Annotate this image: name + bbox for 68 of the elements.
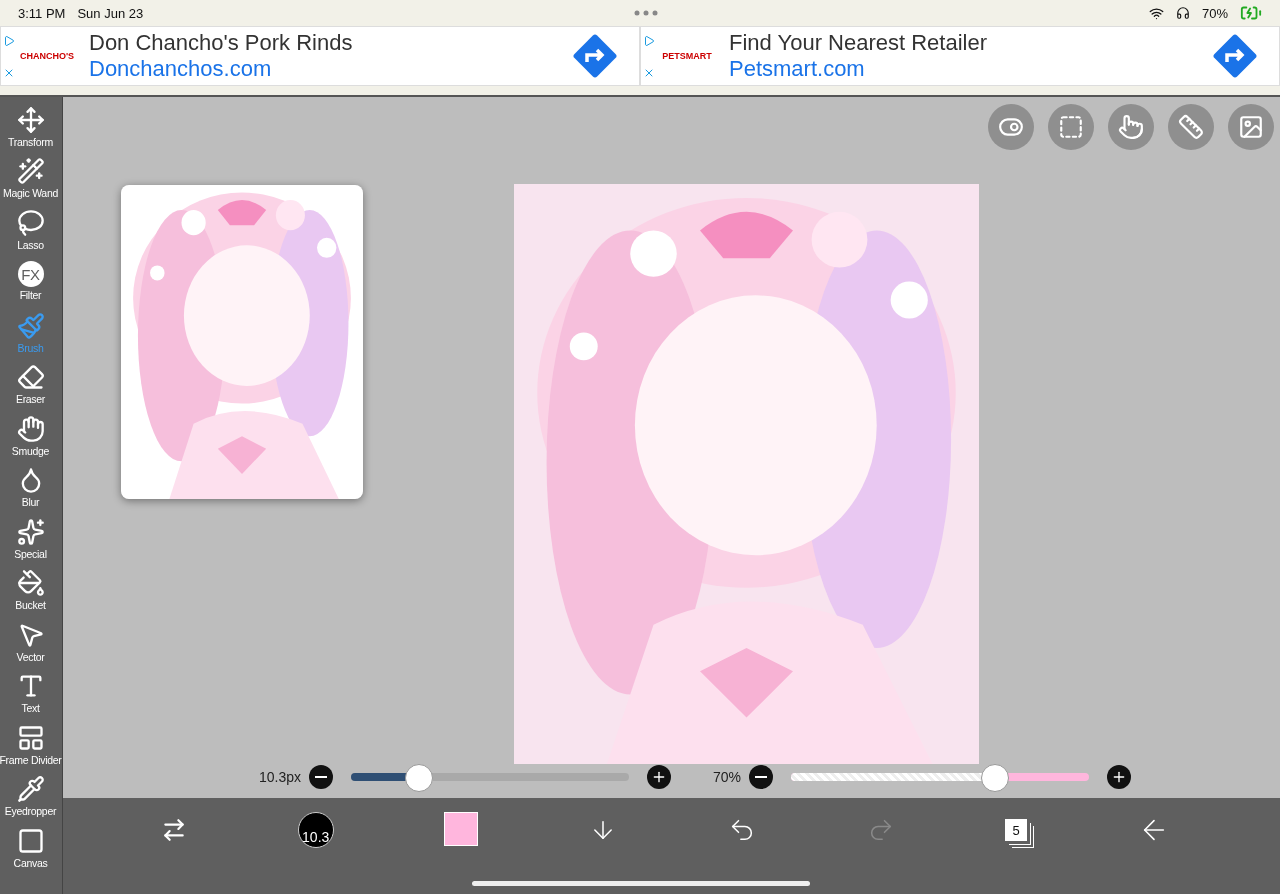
decrease-button[interactable]: [749, 765, 773, 789]
tool-button[interactable]: Transform: [0, 101, 61, 153]
minus-icon: [755, 776, 767, 778]
dashed-selection-icon: [1058, 114, 1084, 140]
tool-button[interactable]: Canvas: [0, 822, 61, 874]
fx-icon: FX: [17, 261, 44, 288]
close-icon[interactable]: [643, 67, 655, 79]
tool-button[interactable]: FX Filter: [0, 255, 61, 307]
opacity-reading: 70%: [711, 769, 741, 785]
battery-percentage: 70%: [1201, 5, 1228, 21]
tool-button[interactable]: Special: [0, 513, 61, 565]
brush-icon: [16, 311, 45, 340]
magic-wand-icon: [16, 157, 45, 186]
decrease-button[interactable]: [309, 765, 333, 789]
ad-link[interactable]: Petsmart.com: [729, 56, 1195, 82]
status-time: 3:11 PM: [18, 5, 66, 21]
canvas-tool-button[interactable]: [1228, 104, 1274, 150]
brush-size-reading: 10.3px: [257, 769, 301, 785]
frame-divider-icon: [16, 723, 45, 752]
sparkles-icon: [16, 517, 45, 546]
canvas-tool-button[interactable]: [1168, 104, 1214, 150]
eraser-icon: [16, 363, 45, 392]
ad-logo: PETSMART: [661, 51, 713, 61]
close-icon[interactable]: [3, 67, 15, 79]
ruler-icon: [1178, 114, 1204, 140]
ad-logo: CHANCHO'S: [19, 51, 75, 61]
tool-button[interactable]: Bucket: [0, 564, 61, 616]
square-icon: [16, 826, 45, 855]
eyedropper-icon: [16, 775, 45, 804]
color-swatch[interactable]: [444, 812, 479, 846]
hand-icon: [16, 414, 45, 443]
more-dots-icon[interactable]: [634, 10, 659, 16]
tool-button[interactable]: Frame Divider: [0, 719, 61, 771]
brush-size-button[interactable]: 10.3: [297, 812, 334, 848]
lasso-icon: [16, 208, 45, 237]
plus-icon: [1111, 769, 1127, 785]
tool-button[interactable]: Lasso: [0, 204, 61, 256]
canvas-tool-button[interactable]: [1108, 104, 1154, 150]
tool-button[interactable]: Smudge: [0, 410, 61, 462]
increase-button[interactable]: [647, 765, 671, 789]
ad-banner[interactable]: PETSMART Find Your Nearest Retailer Petsmart.com: [640, 26, 1280, 86]
image-icon: [1238, 114, 1264, 140]
swap-arrows-icon: [161, 817, 187, 843]
tool-button[interactable]: Magic Wand: [0, 152, 61, 204]
pointing-hand-icon: [1118, 114, 1144, 140]
slider-thumb[interactable]: [980, 764, 1009, 792]
wifi-icon: [1148, 5, 1164, 21]
plus-icon: [651, 769, 667, 785]
status-date: Sun Jun 23: [77, 5, 144, 21]
minus-icon: [315, 776, 327, 778]
headphones-icon: [1175, 6, 1190, 20]
ad-banner[interactable]: CHANCHO'S Don Chancho's Pork Rinds Donchanchos.com: [0, 26, 640, 86]
ad-title: Don Chancho's Pork Rinds: [89, 30, 354, 56]
ad-choices-icon[interactable]: [643, 35, 655, 47]
slider-thumb[interactable]: [404, 764, 433, 792]
paint-bucket-icon: [16, 569, 45, 598]
canvas-tool-button[interactable]: [988, 104, 1034, 150]
tool-button[interactable]: Eyedropper: [0, 770, 61, 822]
ad-link[interactable]: Donchanchos.com: [89, 56, 555, 82]
tool-button[interactable]: Eraser: [0, 358, 61, 410]
tool-button[interactable]: Text: [0, 667, 61, 719]
tool-button[interactable]: Vector: [0, 616, 61, 668]
tool-button[interactable]: Blur: [0, 461, 61, 513]
move-icon: [16, 105, 45, 134]
ad-title: Find Your Nearest Retailer: [729, 30, 989, 56]
increase-button[interactable]: [1107, 765, 1131, 789]
canvas-tool-button[interactable]: [1048, 104, 1094, 150]
ad-choices-icon[interactable]: [3, 35, 15, 47]
